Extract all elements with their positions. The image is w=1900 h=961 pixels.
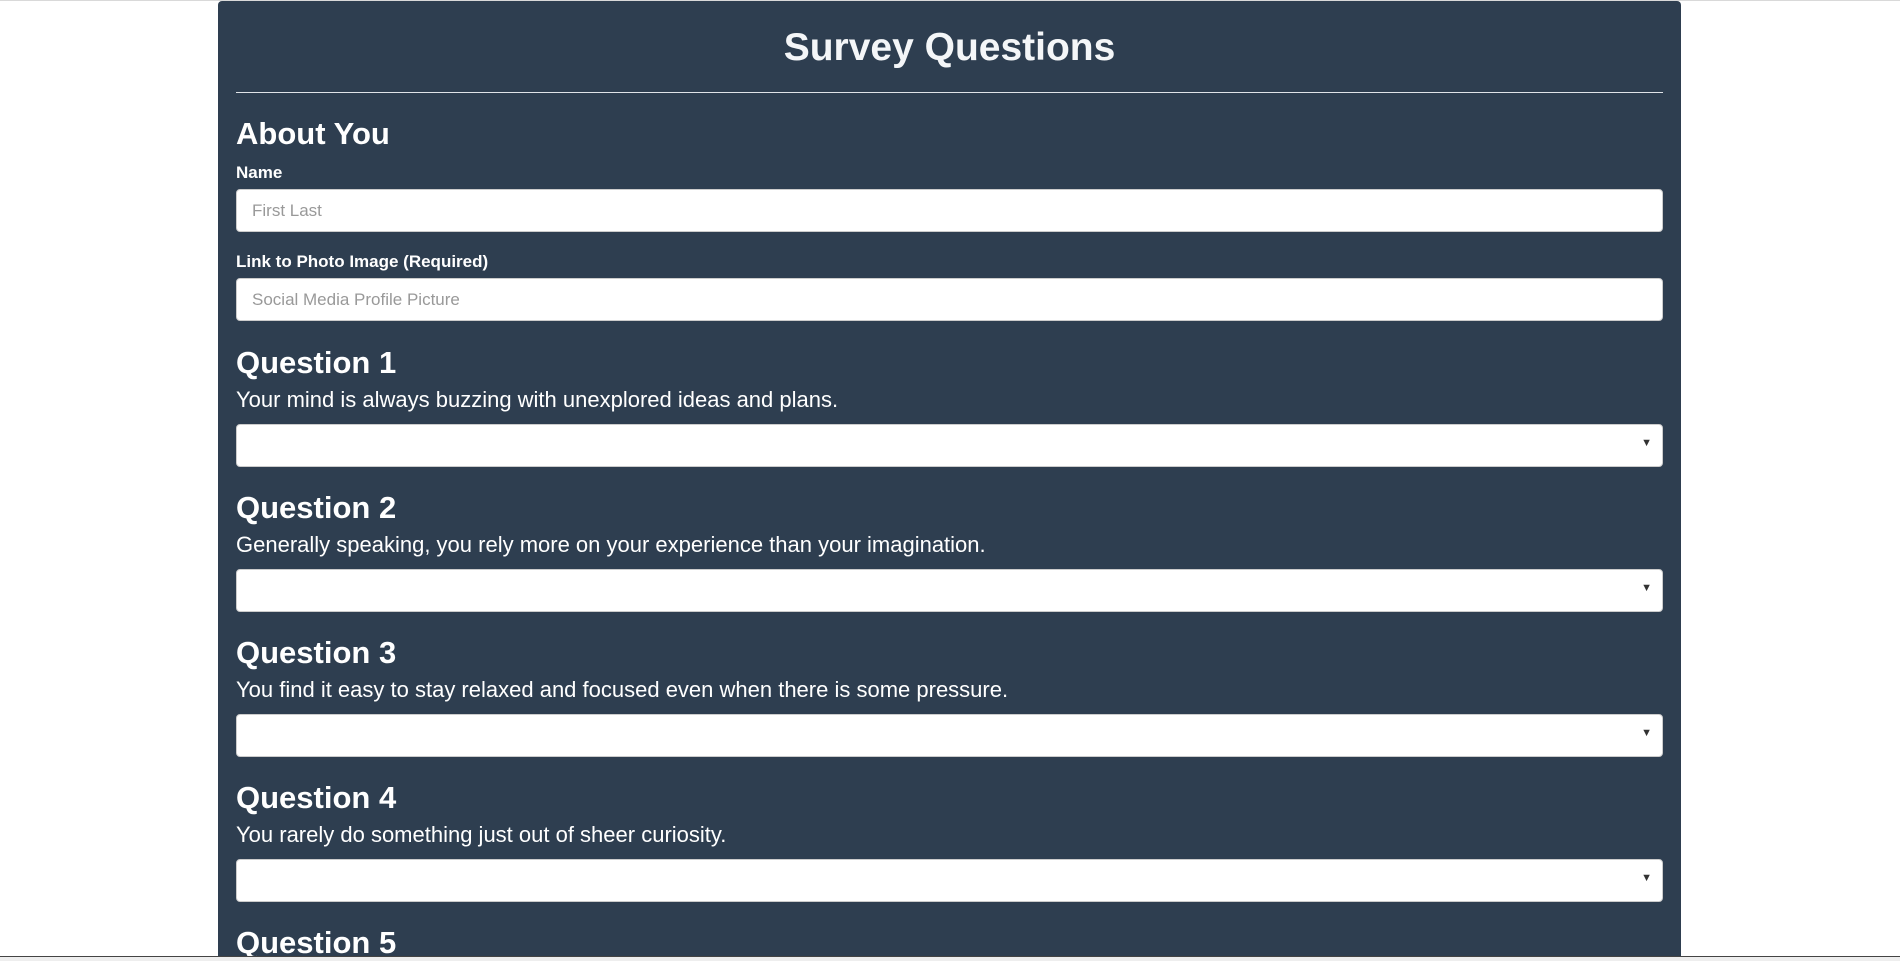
chevron-down-icon: ▼ [1641,582,1652,594]
question-4-select[interactable]: ▼ [236,859,1663,902]
page-bottom-border [0,956,1900,957]
question-2-text: Generally speaking, you rely more on you… [236,532,986,557]
chevron-down-icon: ▼ [1641,872,1652,884]
name-label: Name [236,163,283,182]
question-3-heading: Question 3 [236,635,397,670]
question-3-select[interactable]: ▼ [236,714,1663,757]
question-3-text: You find it easy to stay relaxed and foc… [236,677,1009,702]
question-4-text: You rarely do something just out of shee… [236,822,727,847]
survey-form: About You Name Link to Photo Image (Requ… [236,116,1663,961]
survey-panel: Survey Questions About You Name Link to … [218,1,1681,961]
question-1-select[interactable]: ▼ [236,424,1663,467]
page-bottom-edge [0,956,1900,961]
question-4-heading: Question 4 [236,780,397,815]
about-you-heading: About You [236,116,390,151]
question-1-text: Your mind is always buzzing with unexplo… [236,387,839,412]
title-divider [236,92,1663,93]
photo-link-input[interactable] [236,278,1663,321]
question-1-heading: Question 1 [236,345,397,380]
name-input[interactable] [236,189,1663,232]
chevron-down-icon: ▼ [1641,437,1652,449]
chevron-down-icon: ▼ [1641,727,1652,739]
question-2-heading: Question 2 [236,490,397,525]
page-title: Survey Questions [783,26,1116,69]
question-2-select[interactable]: ▼ [236,569,1663,612]
photo-link-label: Link to Photo Image (Required) [236,252,489,271]
